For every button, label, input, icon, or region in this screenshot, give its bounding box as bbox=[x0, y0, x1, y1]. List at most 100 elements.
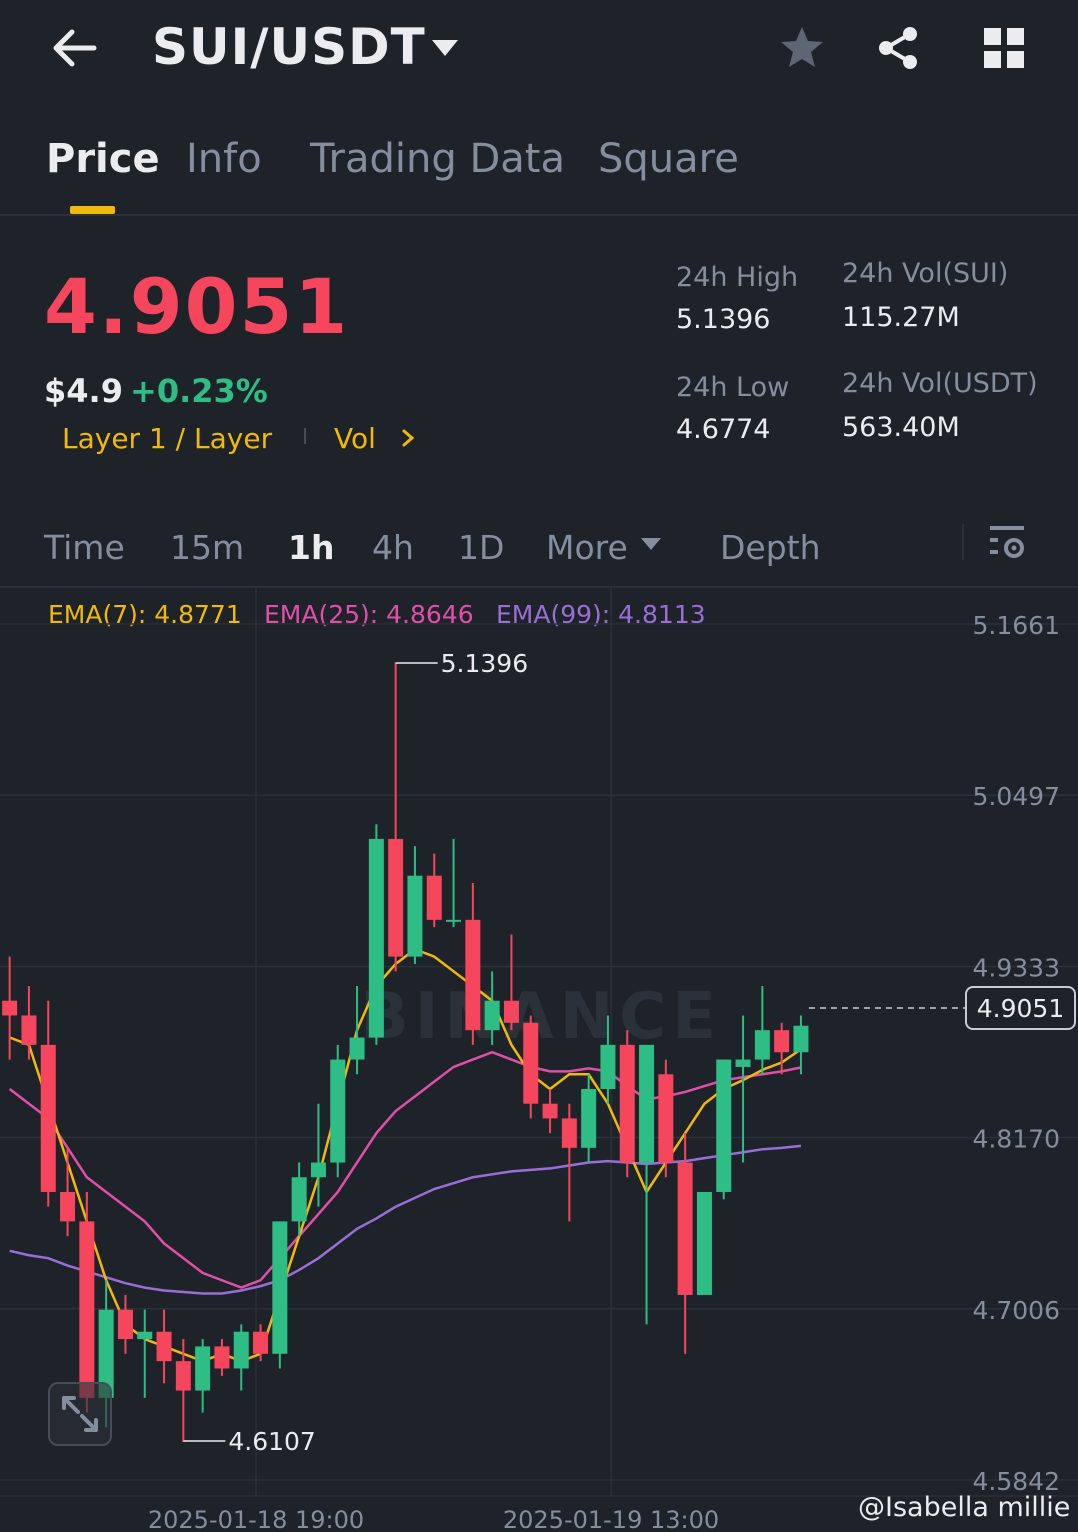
candle bbox=[426, 853, 442, 928]
low-marker-label: 4.6107 bbox=[228, 1427, 315, 1456]
top-bar: SUI/USDT bbox=[0, 0, 1078, 100]
interval-time[interactable]: Time bbox=[44, 528, 125, 567]
usd-price: $4.9 bbox=[44, 372, 123, 410]
candle-body bbox=[542, 1103, 558, 1119]
candle bbox=[137, 1309, 153, 1398]
vol-tag[interactable]: Vol bbox=[334, 422, 376, 455]
tab-square[interactable]: Square bbox=[598, 136, 739, 182]
candle-body bbox=[214, 1346, 230, 1369]
chevron-right-icon[interactable] bbox=[398, 426, 418, 450]
interval-4h[interactable]: 4h bbox=[372, 528, 414, 567]
candle-body bbox=[774, 1030, 790, 1053]
vol-quote-label: 24h Vol(USDT) bbox=[842, 368, 1038, 399]
candle bbox=[407, 846, 423, 964]
candle-body bbox=[600, 1044, 616, 1089]
price-tick-label: 4.7006 bbox=[973, 1296, 1060, 1325]
active-tab-indicator bbox=[70, 206, 115, 214]
category-tag[interactable]: Layer 1 / Layer bbox=[62, 422, 272, 455]
ema-lines bbox=[8, 947, 802, 1363]
candle-body bbox=[330, 1059, 346, 1163]
high-value: 5.1396 bbox=[676, 304, 771, 335]
candle-body bbox=[233, 1331, 249, 1369]
vol-base-label: 24h Vol(SUI) bbox=[842, 258, 1009, 289]
candle-body bbox=[79, 1221, 95, 1398]
interval-1d[interactable]: 1D bbox=[458, 528, 504, 567]
star-icon[interactable] bbox=[778, 24, 826, 72]
candle-body bbox=[349, 1037, 365, 1060]
tab-trading-data[interactable]: Trading Data bbox=[310, 136, 565, 182]
candle-body bbox=[793, 1025, 809, 1053]
price-change: +0.23% bbox=[130, 372, 268, 410]
candle-body bbox=[272, 1221, 288, 1354]
time-tick-label: 2025-01-19 13:00 bbox=[503, 1506, 719, 1532]
candle bbox=[233, 1324, 249, 1391]
candle bbox=[735, 1015, 751, 1163]
candle bbox=[465, 883, 481, 1045]
candle bbox=[60, 1147, 76, 1237]
ema7-line bbox=[9, 947, 802, 1363]
price-tick-label: 4.9333 bbox=[973, 953, 1060, 982]
low-label: 24h Low bbox=[676, 372, 790, 403]
candle bbox=[716, 1059, 732, 1200]
fullscreen-button[interactable] bbox=[48, 1382, 112, 1446]
candle-body bbox=[117, 1309, 133, 1340]
candle bbox=[291, 1162, 307, 1237]
candle-body bbox=[2, 1000, 18, 1016]
back-arrow-icon[interactable] bbox=[48, 22, 100, 74]
candle bbox=[79, 1191, 95, 1413]
candle bbox=[619, 1030, 635, 1178]
candle bbox=[793, 1015, 809, 1075]
share-icon[interactable] bbox=[874, 24, 922, 72]
candle bbox=[214, 1339, 230, 1376]
caret-down-icon[interactable] bbox=[640, 536, 662, 552]
candle bbox=[388, 662, 404, 972]
price-tick-label: 5.0497 bbox=[973, 782, 1060, 811]
candle-body bbox=[619, 1044, 635, 1163]
candle-body bbox=[156, 1331, 172, 1362]
candle bbox=[21, 986, 37, 1060]
candle bbox=[658, 1059, 674, 1178]
high-label: 24h High bbox=[676, 262, 799, 293]
interval-15m[interactable]: 15m bbox=[170, 528, 244, 567]
candle bbox=[195, 1339, 211, 1413]
tab-price[interactable]: Price bbox=[46, 136, 160, 182]
candlestick-chart[interactable]: 5.1396 4.6107 5.1661 5.0497 4.9333 4.8170 4.7… bbox=[0, 588, 1078, 1532]
candle-body bbox=[175, 1361, 191, 1391]
candle-body bbox=[195, 1346, 211, 1391]
time-tick-label: 2025-01-18 19:00 bbox=[148, 1506, 364, 1532]
grid-icon[interactable] bbox=[980, 24, 1028, 72]
caret-down-icon[interactable] bbox=[430, 36, 460, 60]
candle-body bbox=[735, 1059, 751, 1067]
tag-divider bbox=[304, 428, 306, 444]
chart-settings-icon[interactable] bbox=[986, 522, 1028, 564]
candle-body bbox=[484, 1000, 500, 1031]
candle-body bbox=[137, 1331, 153, 1340]
depth-tab[interactable]: Depth bbox=[720, 528, 821, 567]
candle bbox=[561, 1103, 577, 1222]
price-tick-label: 5.1661 bbox=[973, 611, 1060, 640]
low-value: 4.6774 bbox=[676, 414, 771, 445]
price-tick-label: 4.8170 bbox=[973, 1125, 1060, 1154]
candle-body bbox=[658, 1074, 674, 1163]
candle bbox=[272, 1221, 288, 1369]
candle-body bbox=[291, 1177, 307, 1222]
candle-body bbox=[388, 838, 404, 957]
interval-1h[interactable]: 1h bbox=[288, 528, 334, 567]
candle bbox=[156, 1309, 172, 1384]
expand-icon bbox=[62, 1396, 98, 1432]
candle-body bbox=[696, 1191, 712, 1295]
tab-info[interactable]: Info bbox=[186, 136, 262, 182]
candle-body bbox=[561, 1118, 577, 1148]
candle bbox=[40, 1000, 56, 1207]
tab-divider bbox=[0, 214, 1078, 216]
candle bbox=[600, 1015, 616, 1104]
candle bbox=[677, 1133, 693, 1354]
vol-quote-value: 563.40M bbox=[842, 412, 960, 443]
candle-body bbox=[40, 1044, 56, 1192]
candle-body bbox=[754, 1030, 770, 1060]
candle-body bbox=[407, 875, 423, 957]
pair-title[interactable]: SUI/USDT bbox=[152, 18, 426, 76]
interval-more[interactable]: More bbox=[546, 528, 628, 567]
candle bbox=[2, 956, 18, 1060]
vol-base-value: 115.27M bbox=[842, 302, 960, 333]
